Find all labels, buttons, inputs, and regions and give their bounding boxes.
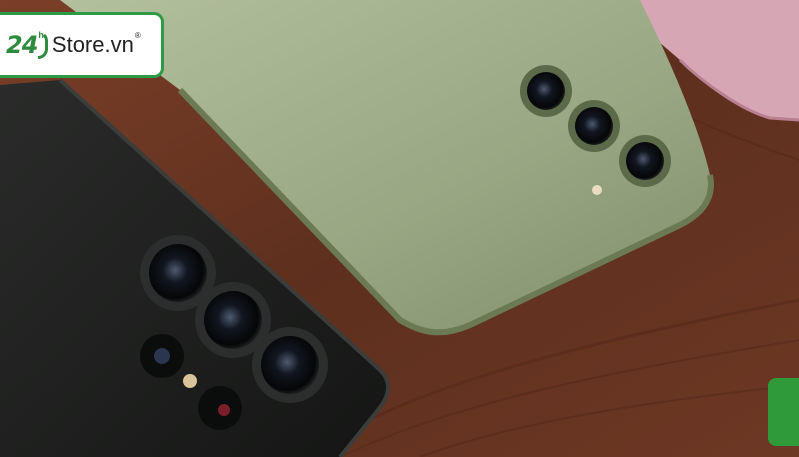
logo-hour-mark: h — [38, 30, 44, 40]
flash — [183, 374, 197, 388]
camera-lens — [261, 336, 319, 394]
logo-brand: Store.vn — [51, 32, 134, 57]
camera-lens — [575, 107, 613, 145]
registered-mark: ® — [134, 30, 141, 40]
sensor — [218, 404, 230, 416]
sensor — [154, 348, 170, 364]
camera-lens — [149, 244, 207, 302]
camera-lens — [626, 142, 664, 180]
camera-lens — [527, 72, 565, 110]
flash — [592, 185, 602, 195]
camera-lens — [204, 291, 262, 349]
side-tab-button[interactable] — [768, 378, 799, 446]
logo-number: 24 — [6, 31, 38, 59]
store-logo[interactable]: 24 h Store.vn ® — [0, 12, 164, 78]
